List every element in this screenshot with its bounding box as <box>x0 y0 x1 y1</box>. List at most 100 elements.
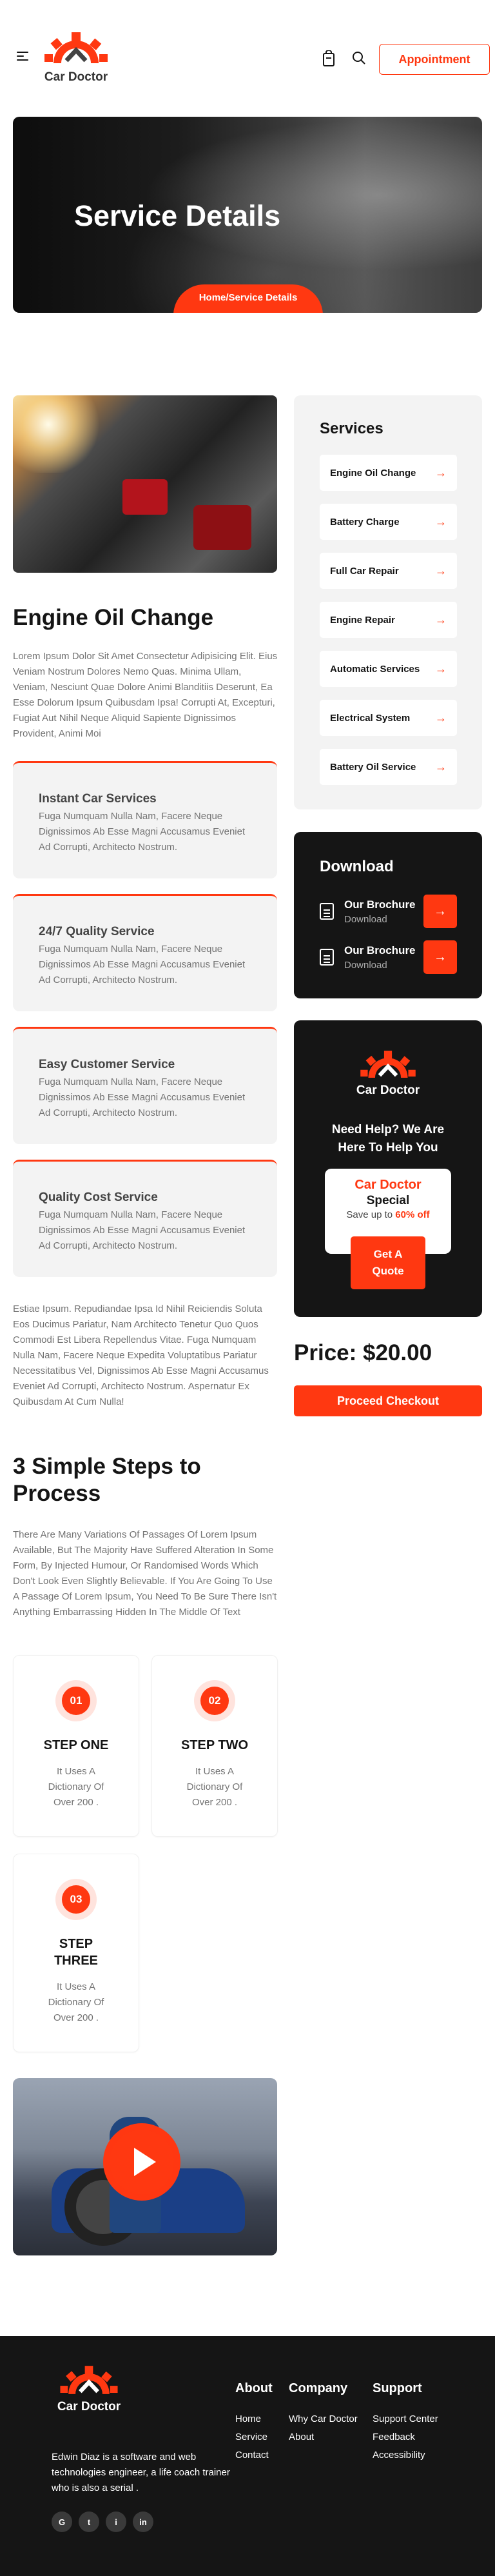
step-title: STEP ONE <box>43 1738 109 1752</box>
download-item: Our Brochure Download → <box>320 939 457 975</box>
step-card: 03 STEP THREE It Uses A Dictionary Of Ov… <box>13 1854 139 2052</box>
search-icon[interactable] <box>351 50 367 69</box>
footer-brand: Car Doctor <box>57 2400 121 2413</box>
arrow-right-icon: → <box>435 613 447 626</box>
footer-link[interactable]: Feedback <box>373 2428 438 2446</box>
social-links: G t i in <box>52 2512 153 2532</box>
download-panel: Download Our Brochure Download → Our Broc… <box>294 832 482 998</box>
footer-column-company: Company Why Car Doctor About <box>289 2381 358 2446</box>
twitter-icon[interactable]: t <box>79 2512 99 2532</box>
footer-column-title: Company <box>289 2381 348 2395</box>
download-item: Our Brochure Download → <box>320 893 457 929</box>
feature-title: Quality Cost Service <box>39 1191 158 1204</box>
download-button[interactable]: → <box>423 895 457 928</box>
feature-title: Instant Car Services <box>39 792 157 806</box>
feature-text: Fuga Numquam Nulla Nam, Facere Neque Dig… <box>39 1209 246 1251</box>
footer-column-support: Support Support Center Feedback Accessib… <box>373 2381 438 2464</box>
step-number-badge: 02 <box>194 1680 235 1721</box>
download-name: Our Brochure <box>344 898 416 911</box>
footer-link[interactable]: About <box>289 2428 358 2446</box>
linkedin-icon[interactable]: in <box>133 2512 153 2532</box>
help-brand: Car Doctor <box>356 1084 420 1097</box>
service-link[interactable]: Battery Charge → <box>320 504 457 540</box>
feature-card: Quality Cost Service Fuga Numquam Nulla … <box>13 1160 277 1277</box>
hero-title: Service Details <box>74 199 281 232</box>
arrow-right-icon: → <box>435 466 447 479</box>
footer-column-title: Support <box>373 2381 422 2395</box>
service-link[interactable]: Full Car Repair → <box>320 553 457 589</box>
services-panel: Services Engine Oil Change → Battery Char… <box>294 395 482 809</box>
menu-icon[interactable] <box>17 52 28 61</box>
play-icon[interactable] <box>103 2123 180 2201</box>
step-text: It Uses A Dictionary Of Over 200 . <box>48 1766 104 1808</box>
service-outro: Estiae Ipsum. Repudiandae Ipsa Id Nihil … <box>13 1303 269 1407</box>
step-number-badge: 01 <box>55 1680 97 1721</box>
feature-card: 24/7 Quality Service Fuga Numquam Nulla … <box>13 894 277 1011</box>
footer-column-title: About <box>235 2381 273 2395</box>
video-thumbnail[interactable] <box>13 2078 277 2255</box>
step-text: It Uses A Dictionary Of Over 200 . <box>48 1981 104 2023</box>
footer-logo[interactable]: Car Doctor <box>50 2364 128 2414</box>
offer-save: Save up to 60% off <box>346 1209 430 1220</box>
download-sub: Download <box>344 913 387 925</box>
instagram-icon[interactable]: i <box>106 2512 126 2532</box>
feature-title: Easy Customer Service <box>39 1058 175 1071</box>
help-panel: Car Doctor Need Help? We Are Here To Hel… <box>294 1020 482 1317</box>
step-title: STEP TWO <box>180 1738 249 1752</box>
appointment-button[interactable]: Appointment <box>379 44 490 75</box>
feature-text: Fuga Numquam Nulla Nam, Facere Neque Dig… <box>39 944 246 986</box>
engine-image <box>13 395 277 573</box>
service-title: Engine Oil Change <box>13 605 214 630</box>
step-card: 01 STEP ONE It Uses A Dictionary Of Over… <box>13 1655 139 1837</box>
service-link[interactable]: Electrical System → <box>320 700 457 736</box>
get-quote-button[interactable]: Get A Quote <box>351 1236 425 1289</box>
checkout-button[interactable]: Proceed Checkout <box>294 1385 482 1416</box>
arrow-right-icon: → <box>435 515 447 528</box>
download-button[interactable]: → <box>423 940 457 974</box>
step-text: It Uses A Dictionary Of Over 200 . <box>186 1766 243 1808</box>
gear-logo-icon <box>60 2366 118 2394</box>
footer-column-about: About Home Service Contact <box>235 2381 273 2464</box>
brand-name: Car Doctor <box>44 70 108 84</box>
offer-special: Special <box>366 1194 410 1207</box>
step-number-badge: 03 <box>55 1879 97 1920</box>
services-title: Services <box>320 420 383 437</box>
gear-logo-icon <box>44 32 108 63</box>
footer-link[interactable]: Support Center <box>373 2410 438 2428</box>
file-icon <box>320 903 334 920</box>
footer: Car Doctor Edwin Diaz is a software and … <box>0 2336 495 2576</box>
footer-link[interactable]: Accessibility <box>373 2446 438 2464</box>
feature-text: Fuga Numquam Nulla Nam, Facere Neque Dig… <box>39 811 246 853</box>
feature-card: Instant Car Services Fuga Numquam Nulla … <box>13 761 277 878</box>
arrow-right-icon: → <box>435 760 447 773</box>
file-icon <box>320 949 334 966</box>
footer-link[interactable]: Contact <box>235 2446 273 2464</box>
help-logo: Car Doctor <box>352 1049 424 1098</box>
gear-logo-icon <box>360 1051 416 1078</box>
download-title: Download <box>320 858 394 875</box>
google-icon[interactable]: G <box>52 2512 72 2532</box>
logo[interactable]: Car Doctor <box>37 31 115 86</box>
offer-brand: Car Doctor <box>354 1178 422 1192</box>
steps-title: 3 Simple Steps to Process <box>13 1454 201 1506</box>
steps-description: There Are Many Variations Of Passages Of… <box>13 1529 277 1618</box>
arrow-right-icon: → <box>435 711 447 724</box>
service-link[interactable]: Engine Oil Change → <box>320 455 457 491</box>
breadcrumb[interactable]: Home/Service Details <box>173 284 323 313</box>
service-link[interactable]: Automatic Services → <box>320 651 457 687</box>
service-link[interactable]: Engine Repair → <box>320 602 457 638</box>
step-title: STEP THREE <box>54 1937 98 1968</box>
arrow-right-icon: → <box>435 564 447 577</box>
feature-text: Fuga Numquam Nulla Nam, Facere Neque Dig… <box>39 1076 246 1118</box>
shopping-bag-icon[interactable] <box>322 50 335 70</box>
arrow-right-icon: → <box>435 662 447 675</box>
footer-link[interactable]: Service <box>235 2428 273 2446</box>
footer-link[interactable]: Why Car Doctor <box>289 2410 358 2428</box>
step-card: 02 STEP TWO It Uses A Dictionary Of Over… <box>151 1655 278 1837</box>
service-intro: Lorem Ipsum Dolor Sit Amet Consectetur A… <box>13 651 278 739</box>
download-sub: Download <box>344 959 387 971</box>
footer-link[interactable]: Home <box>235 2410 273 2428</box>
help-title: Need Help? We Are Here To Help You <box>331 1123 445 1154</box>
service-link[interactable]: Battery Oil Service → <box>320 749 457 785</box>
feature-title: 24/7 Quality Service <box>39 925 155 938</box>
